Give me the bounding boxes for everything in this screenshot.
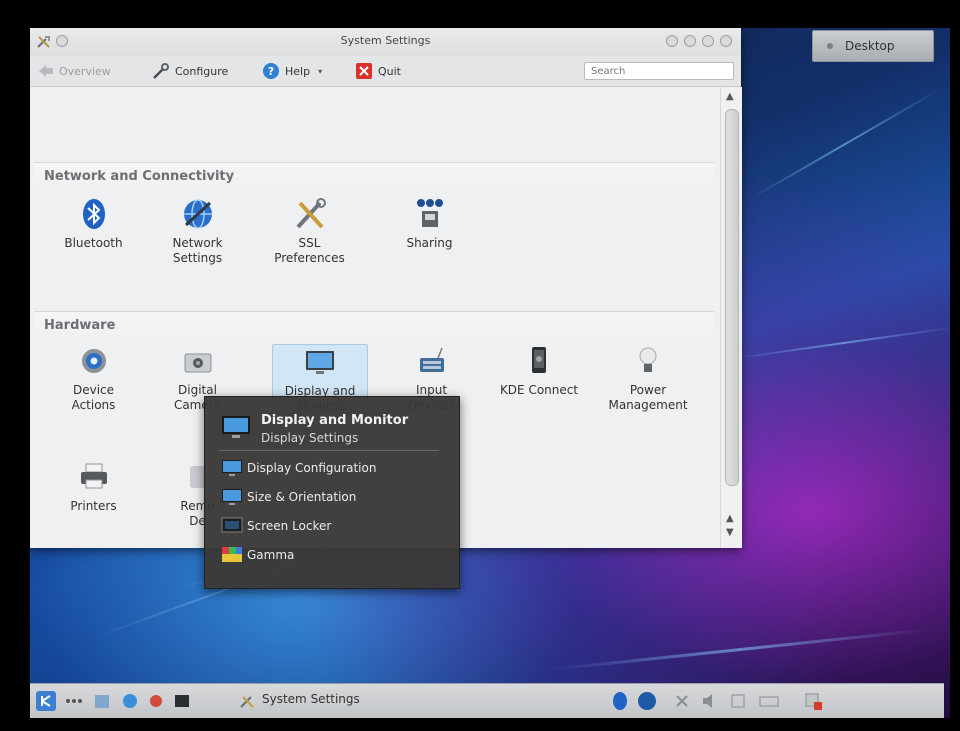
app-icon[interactable] (146, 691, 166, 711)
vertical-scrollbar[interactable]: ▲ ▲ ▼ (720, 87, 742, 548)
wallpaper-streak (549, 628, 929, 671)
item-label: Printers (70, 499, 117, 513)
window-title: System Settings (340, 34, 431, 47)
notification-icon[interactable] (802, 691, 826, 711)
terminal-icon[interactable] (172, 691, 192, 711)
monitor-icon (306, 351, 334, 374)
bluetooth-icon (82, 199, 105, 229)
item-label: Sharing (406, 236, 453, 250)
item-label: SSL Preferences (274, 236, 345, 265)
popup-title: Display and Monitor (261, 413, 409, 428)
popup-item-display-configuration[interactable]: Display Configuration (221, 457, 376, 479)
scroll-up-icon[interactable]: ▲ (726, 91, 734, 102)
title-bar[interactable]: System Settings (30, 28, 741, 56)
toolbar: Overview Configure ? Help ▾ Quit (30, 56, 741, 87)
configure-icon (153, 63, 169, 79)
item-bluetooth[interactable]: Bluetooth (46, 197, 141, 267)
system-settings-task-icon (240, 696, 254, 708)
hp-tray-icon[interactable] (636, 691, 658, 711)
screen-lock-icon (221, 517, 243, 533)
battery-icon[interactable] (758, 691, 782, 711)
item-network-settings[interactable]: Network Settings (150, 197, 245, 267)
section-title: Hardware (44, 318, 116, 333)
section-title: Network and Connectivity (44, 169, 235, 184)
help-dropdown-icon[interactable]: ▾ (318, 67, 322, 76)
wallpaper-streak (749, 88, 942, 200)
item-power-management[interactable]: Power Management (598, 344, 698, 418)
network-section: Network and Connectivity Bluetooth Netwo… (34, 162, 714, 303)
network-globe-icon (183, 199, 212, 229)
tools-icon (296, 198, 326, 229)
configure-button[interactable]: Configure (152, 62, 228, 80)
task-system-settings[interactable]: System Settings (262, 692, 360, 706)
item-label: Network Settings (172, 236, 223, 265)
gear-icon (81, 349, 106, 373)
window-maximize-button[interactable] (702, 35, 714, 47)
display-icon (222, 489, 242, 505)
item-label: Device Actions (71, 383, 116, 412)
item-device-actions[interactable]: Device Actions (46, 344, 141, 418)
scroll-thumb[interactable] (725, 109, 739, 486)
desktop-button[interactable]: Desktop (812, 30, 934, 62)
file-manager-icon[interactable] (92, 691, 112, 711)
volume-icon[interactable] (700, 691, 720, 711)
item-printers[interactable]: Printers (46, 460, 141, 520)
help-icon: ? (263, 63, 279, 79)
camera-icon (184, 353, 211, 373)
app-launcher-icon[interactable] (36, 691, 56, 711)
window-close-button[interactable] (720, 35, 732, 47)
pager-icon[interactable] (64, 691, 84, 711)
printer-icon (80, 463, 107, 489)
sharing-icon (416, 199, 443, 227)
desktop-button-label: Desktop (845, 39, 895, 53)
svg-text:?: ? (268, 65, 274, 78)
lightbulb-icon (639, 347, 657, 372)
keyboard-icon (419, 347, 444, 372)
item-label: Bluetooth (64, 236, 123, 250)
quit-icon (356, 63, 372, 79)
configure-label: Configure (175, 64, 229, 78)
item-label: KDE Connect (499, 383, 579, 397)
taskbar: System Settings (30, 683, 944, 718)
window-minimize-button[interactable] (684, 35, 696, 47)
item-sharing[interactable]: Sharing (382, 197, 477, 267)
window-help-button[interactable] (666, 35, 678, 47)
popup-subtitle: Display Settings (261, 431, 359, 445)
popup-item-gamma[interactable]: Gamma (221, 544, 294, 566)
quit-label: Quit (378, 64, 401, 78)
clipboard-tray-icon[interactable] (672, 691, 692, 711)
search-input[interactable] (584, 62, 734, 80)
browser-icon[interactable] (120, 691, 140, 711)
desktop-button-icon (827, 43, 833, 49)
popup-item-size-orientation[interactable]: Size & Orientation (221, 486, 356, 508)
clipped-text: - - - - - - - - (48, 87, 99, 92)
popup-item-label: Display Configuration (247, 461, 377, 475)
scroll-up-icon[interactable]: ▲ (726, 513, 734, 524)
popup-divider (219, 450, 439, 451)
help-label: Help (285, 64, 311, 78)
display-icon (222, 460, 242, 476)
display-monitor-popup: Display and Monitor Display Settings Dis… (204, 396, 460, 589)
quit-button[interactable]: Quit (355, 62, 401, 80)
popup-item-screen-locker[interactable]: Screen Locker (221, 515, 331, 537)
network-tray-icon[interactable] (728, 691, 748, 711)
item-label: Power Management (608, 383, 688, 412)
bluetooth-tray-icon[interactable] (610, 691, 630, 711)
monitor-icon (222, 416, 250, 438)
popup-item-label: Gamma (247, 548, 295, 562)
screen: Desktop System Settings Overview Configu… (0, 0, 960, 731)
overview-button[interactable]: Overview (38, 62, 111, 80)
phone-icon (532, 347, 546, 373)
item-ssl-preferences[interactable]: SSL Preferences (262, 197, 357, 267)
scroll-down-icon[interactable]: ▼ (726, 527, 734, 538)
item-kde-connect[interactable]: KDE Connect (486, 344, 592, 418)
overview-label: Overview (59, 64, 111, 78)
popup-item-label: Screen Locker (247, 519, 332, 533)
popup-item-label: Size & Orientation (247, 490, 357, 504)
back-arrow-icon (39, 65, 53, 77)
help-button[interactable]: ? Help ▾ (262, 62, 322, 80)
gamma-icon (222, 547, 242, 562)
wallpaper-streak (729, 325, 950, 360)
